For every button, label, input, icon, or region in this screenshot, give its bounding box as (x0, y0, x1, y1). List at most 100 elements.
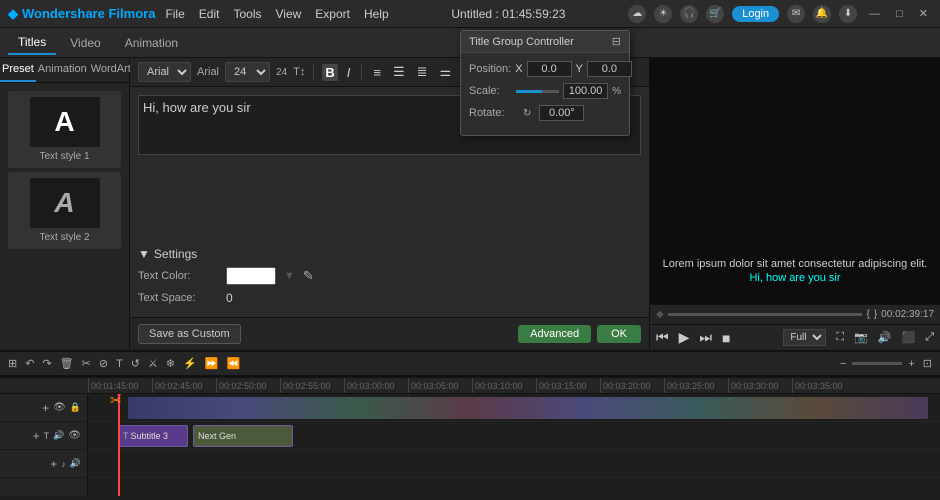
tl-zoom-in-button[interactable]: + (906, 358, 916, 370)
playback-controls: ⏮ ▶ ⏭ ■ Full ⛶ 📷 🔊 ⬛ ⤢ (650, 324, 940, 350)
subtitle-clip-3[interactable]: T Subtitle 3 (118, 425, 188, 447)
subtab-animation[interactable]: Animation (36, 58, 89, 82)
notification-icon[interactable]: 🔔 (813, 5, 831, 23)
tab-titles[interactable]: Titles (8, 31, 56, 55)
playhead[interactable]: ✂ (118, 394, 120, 496)
style-item-1[interactable]: A Text style 1 (8, 91, 121, 168)
font-family-select[interactable]: Arial (138, 62, 191, 82)
track-sub-vol-icon[interactable]: 🔊 (53, 430, 64, 441)
style-a-1: A (54, 106, 74, 138)
expand-button[interactable]: ⤢ (925, 331, 934, 344)
tgc-scale-slider[interactable] (516, 90, 559, 93)
close-button[interactable]: ✕ (915, 7, 932, 20)
tl-speed-button[interactable]: ⚡ (181, 357, 199, 370)
eyedropper-button[interactable]: ✎ (303, 268, 314, 284)
tl-zoom-out-button[interactable]: − (838, 358, 848, 370)
ok-button[interactable]: OK (597, 325, 641, 343)
tl-forward-button[interactable]: ⏩ (203, 357, 221, 370)
track-sub-eye-icon[interactable]: 👁 (68, 430, 81, 441)
app-name: Wondershare Filmora (22, 6, 155, 21)
italic-button[interactable]: I (344, 64, 354, 81)
tgc-x-input[interactable] (527, 61, 572, 77)
play-button[interactable]: ▶ (679, 329, 690, 346)
align-justify-button[interactable]: ⚌ (437, 63, 455, 81)
tgc-pos-label: Position: (469, 63, 511, 75)
timeline-toolbar: ⊞ ↶ ↷ 🗑 ✂ ⊘ T ↺ ⚔ ❄ ⚡ ⏩ ⏪ − + ⊡ (0, 350, 940, 376)
ruler-1: 00:02:45:00 (152, 378, 216, 394)
color-swatch[interactable] (226, 267, 276, 285)
style-label-1: Text style 1 (39, 151, 89, 162)
text-color-label: Text Color: (138, 270, 218, 282)
advanced-button[interactable]: Advanced (518, 325, 591, 343)
track-audio-vol-icon[interactable]: 🔊 (70, 458, 81, 469)
tgc-y-input[interactable] (587, 61, 632, 77)
color-dropdown-icon[interactable]: ▼ (284, 270, 295, 282)
align-right-button[interactable]: ≣ (414, 63, 431, 81)
download-icon[interactable]: ⬇ (839, 5, 857, 23)
tl-text-button[interactable]: T (114, 358, 125, 370)
tl-back-button[interactable]: ⏪ (225, 357, 243, 370)
bracket-left: { (866, 309, 869, 320)
bracket-right: } (874, 309, 877, 320)
tl-redo-button[interactable]: ↷ (40, 357, 53, 370)
tgc-scale-input[interactable] (563, 83, 608, 99)
render-button[interactable]: ⬛ (901, 331, 915, 344)
tl-cut-button[interactable]: ✂ (80, 357, 93, 370)
tgc-close-button[interactable]: ⊟ (612, 35, 621, 48)
cloud-icon[interactable]: ☁ (628, 5, 646, 23)
tl-add-button[interactable]: ⊞ (6, 357, 19, 370)
preview-scrubber[interactable] (668, 313, 863, 316)
minimize-button[interactable]: — (865, 8, 884, 20)
style-item-2[interactable]: A Text style 2 (8, 172, 121, 249)
stop-button[interactable]: ■ (722, 330, 730, 346)
next-gen-clip[interactable]: Next Gen (193, 425, 293, 447)
tl-delete-button[interactable]: 🗑 (58, 357, 76, 370)
align-center-button[interactable]: ☰ (390, 63, 408, 81)
track-add-icon[interactable]: + (42, 401, 49, 415)
step-back-button[interactable]: ⏮ (656, 329, 669, 346)
sun-icon[interactable]: ☀ (654, 5, 672, 23)
menu-edit[interactable]: Edit (199, 7, 220, 21)
align-left-button[interactable]: ≡ (370, 64, 384, 81)
tl-split-button[interactable]: ⚔ (146, 357, 160, 370)
tl-freeze-button[interactable]: ❄ (164, 357, 177, 370)
fullscreen-button[interactable]: ⛶ (836, 331, 844, 344)
track-label-main: + 👁 🔒 (0, 394, 87, 422)
tl-undo-button[interactable]: ↶ (23, 357, 36, 370)
timeline-zoom-slider[interactable] (852, 362, 902, 365)
tgc-title: Title Group Controller (469, 36, 574, 48)
menu-help[interactable]: Help (364, 7, 389, 21)
tgc-rotate-input[interactable] (539, 105, 584, 121)
title-group-controller: Title Group Controller ⊟ Position: X Y S… (460, 30, 630, 136)
tl-fit-button[interactable]: ⊡ (921, 357, 934, 370)
menu-view[interactable]: View (275, 7, 301, 21)
style-a-2: A (54, 187, 74, 219)
subtab-wordart[interactable]: WordArt (89, 58, 133, 82)
cart-icon[interactable]: 🛒 (706, 5, 724, 23)
login-button[interactable]: Login (732, 6, 779, 22)
quality-select[interactable]: Full (783, 329, 826, 346)
track-sub-add-icon[interactable]: + (33, 429, 40, 443)
menu-export[interactable]: Export (315, 7, 350, 21)
track-audio-add-icon[interactable]: + (50, 457, 57, 471)
maximize-button[interactable]: □ (892, 8, 907, 20)
tab-video[interactable]: Video (60, 32, 110, 54)
menu-file[interactable]: File (165, 7, 184, 21)
subtab-preset[interactable]: Preset (0, 58, 36, 82)
headset-icon[interactable]: 🎧 (680, 5, 698, 23)
tl-no-cut-button[interactable]: ⊘ (97, 357, 110, 370)
bold-button[interactable]: B (322, 64, 337, 81)
audio-button[interactable]: 🔊 (878, 331, 892, 344)
tl-reset-button[interactable]: ↺ (129, 357, 142, 370)
settings-header[interactable]: ▼ Settings (138, 247, 641, 261)
track-eye-icon[interactable]: 👁 (53, 402, 66, 413)
mail-icon[interactable]: ✉ (787, 5, 805, 23)
font-size-select[interactable]: 24 (225, 62, 270, 82)
menu-tools[interactable]: Tools (233, 7, 261, 21)
tab-animation[interactable]: Animation (115, 32, 188, 54)
tgc-rotate-icon: ↻ (523, 108, 531, 119)
video-clip[interactable] (128, 397, 928, 419)
step-forward-button[interactable]: ⏭ (699, 329, 712, 346)
screenshot-button[interactable]: 📷 (854, 331, 868, 344)
save-custom-button[interactable]: Save as Custom (138, 324, 241, 344)
